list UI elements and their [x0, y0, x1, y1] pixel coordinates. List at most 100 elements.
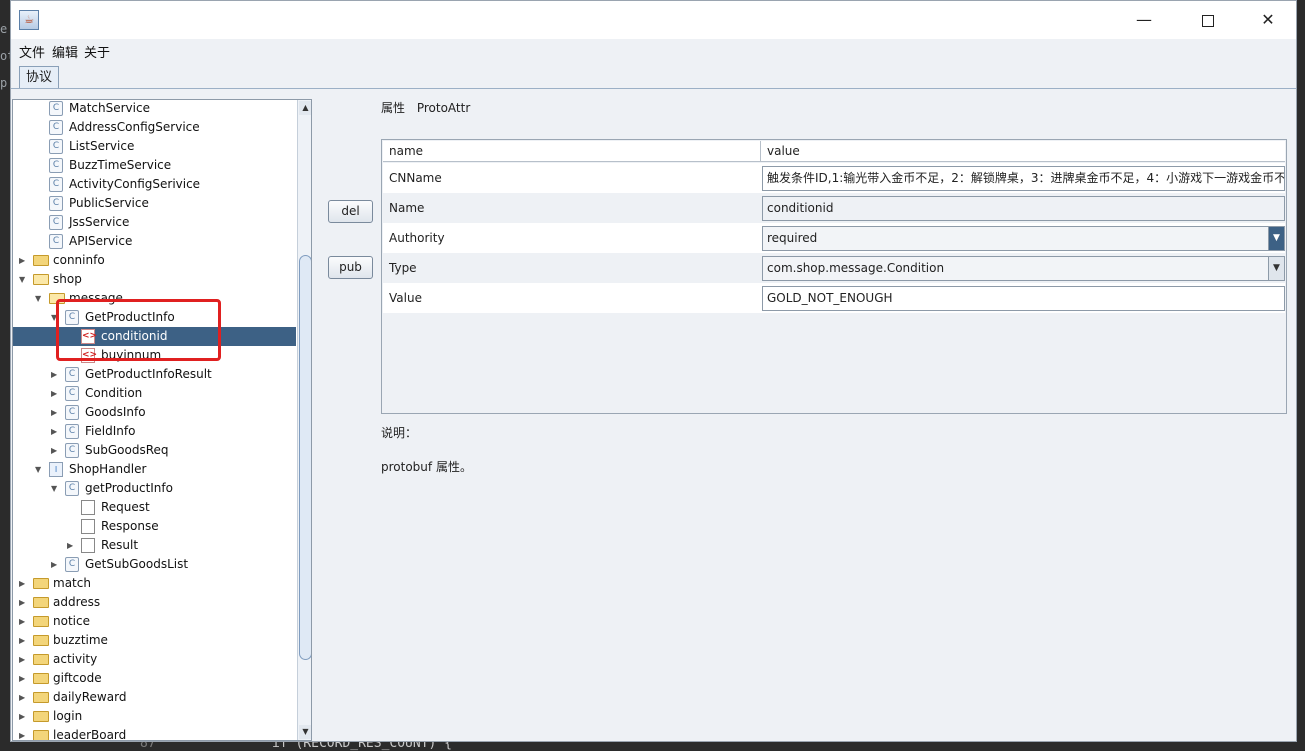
expand-down-icon[interactable]: ▼ — [35, 460, 45, 479]
tree-item[interactable]: ▶ conninfo — [13, 251, 296, 270]
expand-right-icon[interactable]: ▶ — [51, 384, 61, 403]
chevron-down-icon[interactable]: ▼ — [1268, 227, 1284, 250]
protocol-tree[interactable]: C MatchService C AddressConfigService C ListS… — [12, 99, 312, 741]
expand-right-icon[interactable]: ▶ — [19, 251, 29, 270]
expand-right-icon[interactable]: ▶ — [51, 403, 61, 422]
tree-item[interactable]: ▶ match — [13, 574, 296, 593]
maximize-icon — [1202, 14, 1214, 27]
tree-item[interactable]: ▼ shop — [13, 270, 296, 289]
class-icon: C — [65, 557, 79, 572]
tree-item[interactable]: C ListService — [13, 137, 296, 156]
tree-item[interactable]: <> conditionid — [13, 327, 296, 346]
tree-scrollbar[interactable]: ▲ ▼ — [297, 100, 311, 740]
property-value-field[interactable]: 触发条件ID,1:输光带入金币不足，2：解锁牌桌，3：进牌桌金币不足，4：小游戏… — [762, 166, 1285, 191]
folder-icon — [33, 654, 49, 665]
expand-down-icon[interactable]: ▼ — [35, 289, 45, 308]
maximize-button[interactable] — [1183, 1, 1233, 39]
tree-item[interactable]: ▶ C SubGoodsReq — [13, 441, 296, 460]
expand-right-icon[interactable]: ▶ — [19, 726, 29, 740]
tree-item[interactable]: C PublicService — [13, 194, 296, 213]
tree-item[interactable]: ▶ C Condition — [13, 384, 296, 403]
tree-item[interactable]: ▶ Result — [13, 536, 296, 555]
tree-item[interactable]: ▼ I ShopHandler — [13, 460, 296, 479]
table-row: Type com.shop.message.Condition ▼ — [383, 253, 1285, 283]
scroll-down-icon[interactable]: ▼ — [299, 725, 311, 739]
expand-right-icon[interactable]: ▶ — [19, 707, 29, 726]
tree-item[interactable]: ▼ message — [13, 289, 296, 308]
tree-item[interactable]: ▶ C FieldInfo — [13, 422, 296, 441]
tree-item[interactable]: <> buyinnum — [13, 346, 296, 365]
expand-right-icon[interactable]: ▶ — [19, 650, 29, 669]
tree-item[interactable]: ▶ giftcode — [13, 669, 296, 688]
expand-right-icon[interactable]: ▶ — [19, 669, 29, 688]
menu-edit[interactable]: 编辑 — [52, 42, 78, 61]
expand-right-icon[interactable]: ▶ — [19, 593, 29, 612]
class-icon: C — [49, 215, 63, 230]
tree-item[interactable]: C APIService — [13, 232, 296, 251]
background-fragment: e — [0, 22, 8, 36]
expand-right-icon[interactable]: ▶ — [51, 555, 61, 574]
expand-down-icon[interactable]: ▼ — [19, 270, 29, 289]
tree-item[interactable]: ▶ address — [13, 593, 296, 612]
table-header: name value — [383, 141, 1285, 162]
title-bar[interactable]: ☕ — ✕ — [11, 1, 1296, 39]
tree-item-label: conninfo — [53, 253, 105, 267]
scroll-thumb[interactable] — [299, 255, 311, 660]
tree-item[interactable]: Response — [13, 517, 296, 536]
tree-item[interactable]: C ActivityConfigSerivice — [13, 175, 296, 194]
folder-icon — [33, 730, 49, 740]
expand-right-icon[interactable]: ▶ — [51, 365, 61, 384]
menu-about[interactable]: 关于 — [84, 42, 110, 61]
del-button[interactable]: del — [328, 200, 373, 223]
tree-item[interactable]: C AddressConfigService — [13, 118, 296, 137]
tree-item[interactable]: ▶ buzztime — [13, 631, 296, 650]
tree-item[interactable]: ▶ dailyReward — [13, 688, 296, 707]
expand-right-icon[interactable]: ▶ — [19, 631, 29, 650]
tree-item[interactable]: C JssService — [13, 213, 296, 232]
tree-item-label: JssService — [69, 215, 130, 229]
minimize-button[interactable]: — — [1119, 1, 1169, 39]
property-name: Value — [389, 291, 422, 305]
tree-item[interactable]: ▶ activity — [13, 650, 296, 669]
tree-item[interactable]: ▶ C GoodsInfo — [13, 403, 296, 422]
tree-item[interactable]: ▶ C GetSubGoodsList — [13, 555, 296, 574]
tree-item[interactable]: ▶ login — [13, 707, 296, 726]
menu-file[interactable]: 文件 — [19, 42, 45, 61]
chevron-down-icon[interactable]: ▼ — [1268, 257, 1284, 280]
property-name: CNName — [389, 171, 442, 185]
expand-right-icon[interactable]: ▶ — [19, 612, 29, 631]
scroll-up-icon[interactable]: ▲ — [299, 101, 311, 115]
folder-icon — [33, 255, 49, 266]
column-header-value[interactable]: value — [761, 141, 1285, 162]
expand-right-icon[interactable]: ▶ — [67, 536, 77, 555]
tree-item[interactable]: ▶ C GetProductInfoResult — [13, 365, 296, 384]
expand-right-icon[interactable]: ▶ — [19, 574, 29, 593]
tree-item-label: Response — [101, 519, 159, 533]
property-value-select[interactable]: com.shop.message.Condition ▼ — [762, 256, 1285, 281]
tree-item[interactable]: ▼ C GetProductInfo — [13, 308, 296, 327]
tree-item[interactable]: ▼ CgetProductInfo — [13, 479, 296, 498]
class-icon: C — [65, 424, 79, 439]
tab-protocol[interactable]: 协议 — [19, 66, 59, 89]
class-icon: C — [49, 139, 63, 154]
pub-button[interactable]: pub — [328, 256, 373, 279]
expand-down-icon[interactable]: ▼ — [51, 479, 61, 498]
expand-right-icon[interactable]: ▶ — [51, 441, 61, 460]
close-button[interactable]: ✕ — [1243, 1, 1293, 39]
folder-icon — [33, 635, 49, 646]
table-row: Authority required ▼ — [383, 223, 1285, 253]
tree-item[interactable]: C BuzzTimeService — [13, 156, 296, 175]
background-editor-strip — [0, 0, 10, 750]
property-value-select[interactable]: required ▼ — [762, 226, 1285, 251]
expand-down-icon[interactable]: ▼ — [51, 308, 61, 327]
tree-item-label: buyinnum — [101, 348, 162, 362]
tree-item[interactable]: ▶ notice — [13, 612, 296, 631]
tree-item[interactable]: ▶ leaderBoard — [13, 726, 296, 740]
expand-right-icon[interactable]: ▶ — [19, 688, 29, 707]
property-value-field[interactable]: GOLD_NOT_ENOUGH — [762, 286, 1285, 311]
column-header-name[interactable]: name — [383, 141, 761, 162]
tree-item[interactable]: C MatchService — [13, 100, 296, 118]
expand-right-icon[interactable]: ▶ — [51, 422, 61, 441]
tree-item-label: ActivityConfigSerivice — [69, 177, 201, 191]
tree-item[interactable]: Request — [13, 498, 296, 517]
